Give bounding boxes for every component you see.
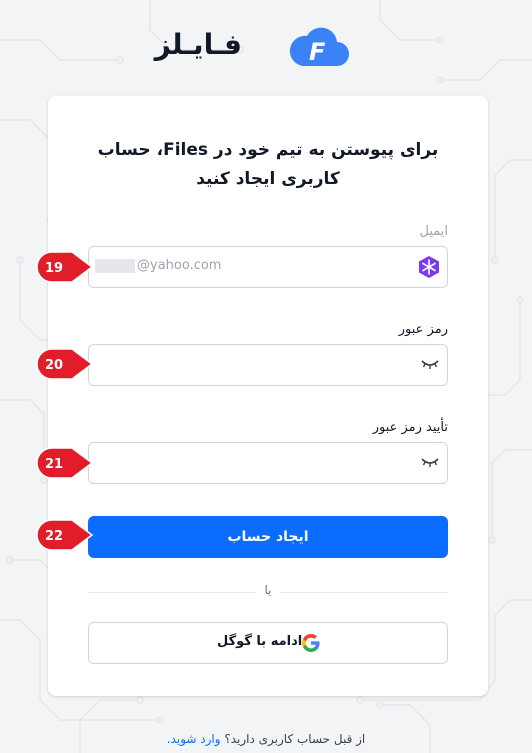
confirm-password-field[interactable] [88, 442, 448, 484]
eye-closed-icon[interactable] [421, 357, 439, 371]
password-label: رمز عبور [398, 322, 448, 337]
page-title: برای پیوستن به تیم خود در Files، حساب کا… [97, 140, 439, 189]
login-question: از قبل حساب کاربری دارید؟ [224, 732, 366, 746]
confirm-password-input[interactable] [93, 447, 407, 479]
google-icon [302, 634, 320, 652]
create-account-button[interactable]: ایجاد حساب [88, 516, 448, 558]
email-value: @yahoo.com [137, 258, 222, 273]
email-field[interactable]: @yahoo.com [88, 246, 448, 288]
confirm-password-label: تأیید رمز عبور [372, 420, 448, 435]
app-header: فـایـلز F [0, 18, 532, 66]
email-redaction [95, 259, 135, 273]
eye-closed-icon[interactable] [421, 455, 439, 469]
password-field[interactable] [88, 344, 448, 386]
divider-line-right [280, 592, 448, 593]
logo-letter: F [309, 38, 326, 66]
step-marker-19: 19 [36, 251, 94, 283]
login-link[interactable]: وارد شوید. [167, 732, 221, 746]
signup-card: برای پیوستن به تیم خود در Files، حساب کا… [48, 96, 488, 696]
email-label: ایمیل [419, 224, 448, 239]
brand-name: فـایـلز [154, 28, 242, 61]
marker-number: 21 [45, 457, 63, 472]
marker-number: 22 [45, 529, 63, 544]
snowflake-icon[interactable] [417, 255, 441, 279]
login-prompt: از قبل حساب کاربری دارید؟ وارد شوید. [0, 732, 532, 746]
password-input[interactable] [93, 349, 407, 381]
cloud-logo-icon: F [289, 27, 349, 66]
step-marker-22: 22 [36, 519, 94, 551]
google-button-label: ادامه با گوگل [217, 634, 303, 649]
marker-number: 19 [45, 261, 63, 276]
divider-text: یا [264, 583, 272, 597]
step-marker-20: 20 [36, 348, 94, 380]
step-marker-21: 21 [36, 447, 94, 479]
google-signin-button[interactable]: ادامه با گوگل [88, 622, 448, 664]
divider-line-left [88, 592, 256, 593]
marker-number: 20 [45, 358, 63, 373]
